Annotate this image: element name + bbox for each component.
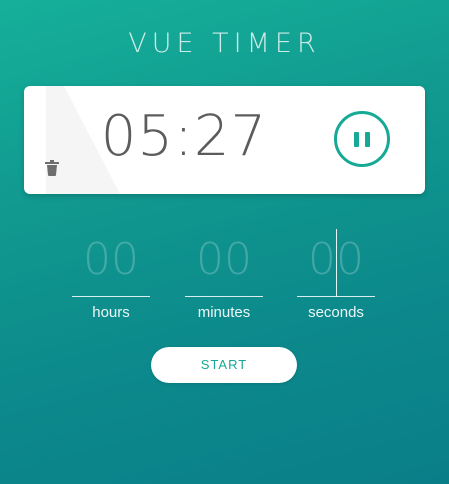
start-button[interactable]: START <box>151 347 297 383</box>
timer-display: 05:27 <box>100 104 268 169</box>
minutes-input[interactable]: 00 <box>185 232 263 288</box>
app-title: VUE TIMER <box>128 28 321 59</box>
hours-underline <box>72 296 150 297</box>
pause-icon-bar <box>365 132 370 147</box>
hours-field[interactable]: 00 hours <box>72 232 150 321</box>
text-cursor <box>336 229 337 297</box>
seconds-label: seconds <box>308 304 364 321</box>
pause-icon <box>354 132 359 147</box>
timer-card: 05:27 <box>24 86 425 194</box>
minutes-underline <box>185 296 263 297</box>
minutes-label: minutes <box>197 304 251 321</box>
minutes-field[interactable]: 00 minutes <box>185 232 263 321</box>
hours-label: hours <box>92 304 130 321</box>
hours-input[interactable]: 00 <box>72 232 150 288</box>
pause-button[interactable] <box>334 111 390 167</box>
